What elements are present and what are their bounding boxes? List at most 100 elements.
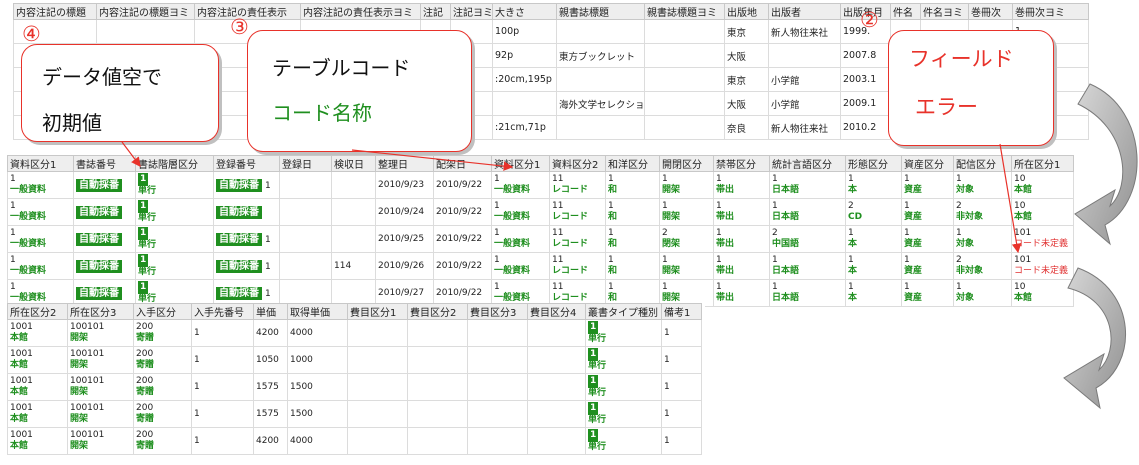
table-cell[interactable] xyxy=(768,43,841,68)
table-cell[interactable]: 2007.8 xyxy=(840,43,891,68)
table-cell[interactable]: 1 資産 xyxy=(901,252,954,280)
table-cell[interactable]: 4000 xyxy=(287,319,348,347)
table-cell[interactable]: 101 コード未定義 xyxy=(1011,225,1074,253)
table-cell[interactable]: 1 xyxy=(191,319,254,347)
table-cell[interactable]: 100101 開架 xyxy=(67,427,134,455)
table-cell[interactable]: 2010/9/22 xyxy=(433,252,492,280)
table-cell[interactable]: 2010/9/26 xyxy=(375,252,434,280)
table-cell[interactable]: 奈良 xyxy=(724,115,769,140)
table-cell[interactable]: 1 単行 xyxy=(135,171,214,199)
table-cell[interactable]: 1 単行 xyxy=(585,400,662,428)
table-cell[interactable] xyxy=(347,319,408,347)
table-cell[interactable]: 1和 xyxy=(605,198,660,226)
table-cell[interactable]: 1 単行 xyxy=(135,252,214,280)
table-cell[interactable]: :21cm,71p xyxy=(492,115,557,140)
table-cell[interactable] xyxy=(407,373,468,401)
table-cell[interactable]: 自動採番 xyxy=(73,252,136,280)
table-cell[interactable]: 1 単行 xyxy=(135,225,214,253)
table-cell[interactable]: 1 一般資料 xyxy=(491,252,550,280)
table-cell[interactable]: 1和 xyxy=(605,171,660,199)
table-cell[interactable]: 自動採番 1 xyxy=(213,171,280,199)
table-cell[interactable]: 1 xyxy=(661,373,702,401)
table-cell[interactable] xyxy=(556,67,645,92)
table-cell[interactable]: 2003.1 xyxy=(840,67,891,92)
table-cell[interactable]: 自動採番 xyxy=(73,171,136,199)
table-cell[interactable] xyxy=(467,427,528,455)
table-cell[interactable]: 200 寄贈 xyxy=(133,346,192,374)
table-cell[interactable] xyxy=(556,19,645,44)
table-cell[interactable]: 1 xyxy=(661,319,702,347)
table-cell[interactable]: 大阪 xyxy=(724,43,769,68)
table-cell[interactable]: 1 xyxy=(661,400,702,428)
table-cell[interactable]: 1050 xyxy=(253,346,288,374)
table-cell[interactable]: 1 対象 xyxy=(953,225,1012,253)
table-cell[interactable] xyxy=(527,427,586,455)
table-cell[interactable]: 小学館 xyxy=(768,67,841,92)
table-cell[interactable]: 東方ブックレット xyxy=(556,43,645,68)
table-cell[interactable] xyxy=(644,67,725,92)
table-cell[interactable]: 2 CD xyxy=(845,198,902,226)
table-cell[interactable] xyxy=(492,91,557,116)
table-cell[interactable]: 4200 xyxy=(253,319,288,347)
table-cell[interactable] xyxy=(347,427,408,455)
table-cell[interactable]: 1 単行 xyxy=(135,198,214,226)
table-cell[interactable]: 1575 xyxy=(253,400,288,428)
table-cell[interactable]: 1 xyxy=(191,400,254,428)
table-cell[interactable]: 2010/9/22 xyxy=(433,198,492,226)
table-cell[interactable]: 1 対象 xyxy=(953,279,1012,307)
table-cell[interactable]: 1 帯出 xyxy=(713,171,770,199)
table-cell[interactable]: 1本 xyxy=(845,252,902,280)
table-cell[interactable]: 2 中国語 xyxy=(769,225,846,253)
table-cell[interactable] xyxy=(407,400,468,428)
table-cell[interactable]: 1 対象 xyxy=(953,171,1012,199)
table-cell[interactable] xyxy=(347,373,408,401)
table-cell[interactable]: 2 非対象 xyxy=(953,198,1012,226)
table-cell[interactable]: 自動採番 xyxy=(213,198,280,226)
table-cell[interactable]: 新人物往来社 xyxy=(768,115,841,140)
table-cell[interactable] xyxy=(467,373,528,401)
table-cell[interactable]: 小学館 xyxy=(768,91,841,116)
table-cell[interactable] xyxy=(347,400,408,428)
table-cell[interactable]: 2010/9/24 xyxy=(375,198,434,226)
table-cell[interactable]: 1 帯出 xyxy=(713,252,770,280)
table-cell[interactable]: 1本 xyxy=(845,279,902,307)
table-cell[interactable]: 1 一般資料 xyxy=(491,198,550,226)
table-cell[interactable]: 1 日本語 xyxy=(769,279,846,307)
table-cell[interactable]: 自動採番 xyxy=(73,198,136,226)
table-cell[interactable]: 1 開架 xyxy=(659,171,714,199)
table-cell[interactable] xyxy=(347,346,408,374)
table-cell[interactable]: 1 日本語 xyxy=(769,171,846,199)
table-cell[interactable] xyxy=(527,319,586,347)
table-cell[interactable] xyxy=(407,319,468,347)
table-cell[interactable] xyxy=(279,225,332,253)
table-cell[interactable] xyxy=(644,19,725,44)
table-cell[interactable] xyxy=(644,43,725,68)
table-cell[interactable]: 2010/9/23 xyxy=(375,171,434,199)
table-cell[interactable]: 1575 xyxy=(253,373,288,401)
table-cell[interactable]: 11 レコード xyxy=(549,198,606,226)
table-cell[interactable]: 大阪 xyxy=(724,91,769,116)
table-cell[interactable]: 100101 開架 xyxy=(67,373,134,401)
table-cell[interactable]: 1 日本語 xyxy=(769,198,846,226)
table-cell[interactable]: 100p xyxy=(492,19,557,44)
table-cell[interactable]: 200 寄贈 xyxy=(133,400,192,428)
table-cell[interactable]: 2009.1 xyxy=(840,91,891,116)
table-cell[interactable] xyxy=(279,198,332,226)
table-cell[interactable]: 1001 本館 xyxy=(7,400,68,428)
table-cell[interactable]: 2 閉架 xyxy=(659,225,714,253)
table-cell[interactable]: 1 開架 xyxy=(659,198,714,226)
table-cell[interactable]: 92p xyxy=(492,43,557,68)
table-cell[interactable]: 100101 開架 xyxy=(67,319,134,347)
table-cell[interactable]: 新人物往来社 xyxy=(768,19,841,44)
table-cell[interactable]: 1 単行 xyxy=(585,427,662,455)
table-cell[interactable]: 101 コード未定義 xyxy=(1011,252,1074,280)
table-cell[interactable]: 東京 xyxy=(724,67,769,92)
table-cell[interactable]: 1本 xyxy=(845,225,902,253)
table-cell[interactable]: 自動採番 1 xyxy=(213,225,280,253)
table-cell[interactable] xyxy=(467,346,528,374)
table-cell[interactable]: 200 寄贈 xyxy=(133,427,192,455)
table-cell[interactable] xyxy=(467,319,528,347)
table-cell[interactable]: 2010/9/25 xyxy=(375,225,434,253)
table-cell[interactable] xyxy=(331,225,376,253)
table-cell[interactable]: 10 本館 xyxy=(1011,171,1074,199)
